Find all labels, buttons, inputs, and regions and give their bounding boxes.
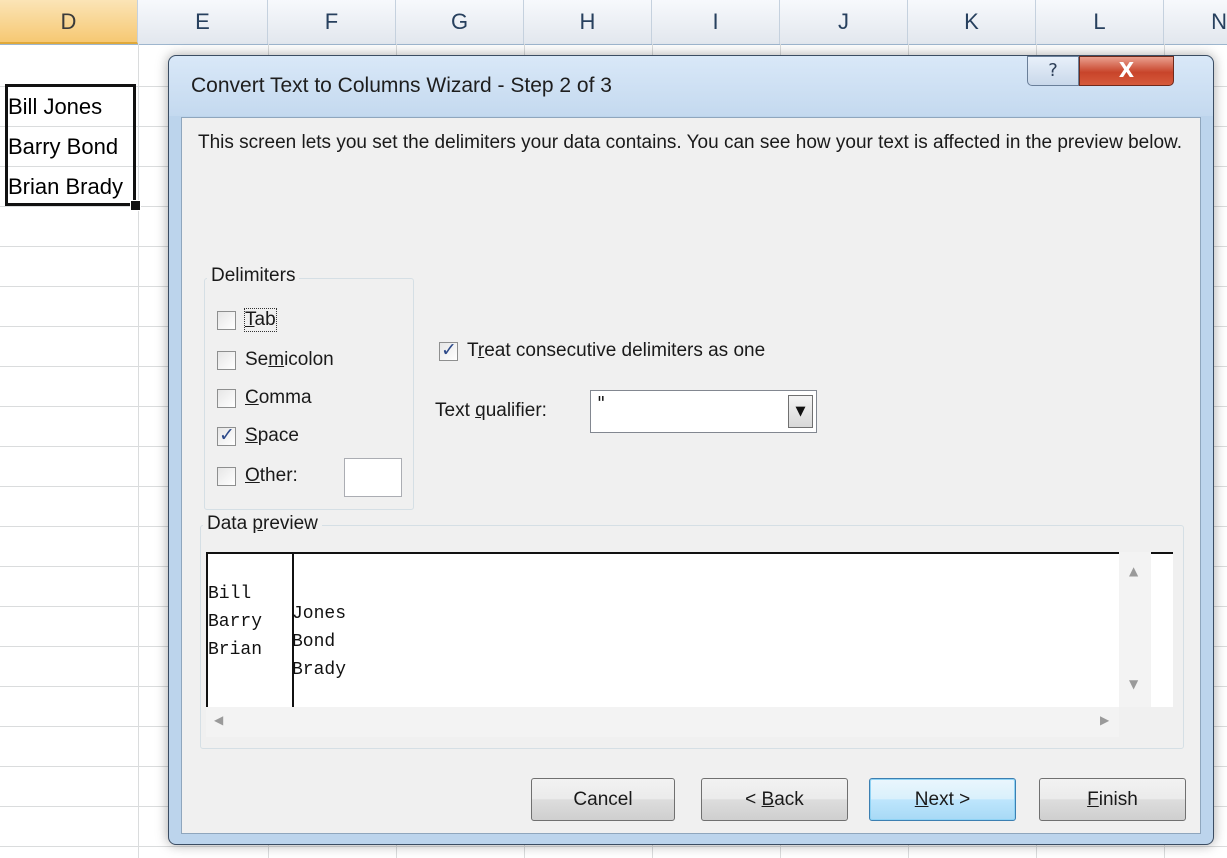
- text-qualifier-label: Text qualifier:: [435, 400, 547, 421]
- data-preview-label: Data preview: [203, 513, 322, 535]
- finish-button[interactable]: Finish: [1039, 778, 1186, 821]
- scroll-down-icon[interactable]: ▼: [1129, 677, 1138, 691]
- column-headers: D E F G H I J K L N: [0, 0, 1227, 45]
- tab-label-rest: ab: [254, 309, 276, 330]
- column-header-g[interactable]: G: [396, 0, 524, 44]
- grid-line: [0, 846, 1227, 847]
- semicolon-checkbox[interactable]: [217, 350, 236, 370]
- semicolon-checkbox-row[interactable]: Semicolon: [217, 349, 334, 371]
- column-header-l[interactable]: L: [1036, 0, 1164, 44]
- preview-row: Brian Brady: [208, 620, 346, 700]
- comma-checkbox[interactable]: [217, 388, 236, 408]
- preview-cell: Jones: [292, 604, 347, 624]
- close-icon: X: [1118, 58, 1135, 82]
- space-checkbox[interactable]: [217, 424, 236, 446]
- help-icon: ?: [1048, 60, 1058, 81]
- comma-checkbox-row[interactable]: Comma: [217, 387, 312, 409]
- tab-checkbox-row[interactable]: Tab: [217, 308, 277, 332]
- cancel-button[interactable]: Cancel: [531, 778, 675, 821]
- data-preview-box[interactable]: Bill Jones Barry Bond Brian Brady: [206, 552, 1173, 707]
- other-checkbox[interactable]: [217, 466, 236, 486]
- tab-label: Tab: [244, 308, 277, 332]
- back-button[interactable]: < Back: [701, 778, 848, 821]
- space-checkbox-row[interactable]: Space: [217, 424, 299, 447]
- tab-checkbox[interactable]: [217, 310, 236, 330]
- dialog-title: Convert Text to Columns Wizard - Step 2 …: [191, 74, 612, 97]
- help-button[interactable]: ?: [1027, 56, 1079, 86]
- dialog-body: This screen lets you set the delimiters …: [181, 117, 1201, 834]
- column-header-h[interactable]: H: [524, 0, 652, 44]
- column-header-j[interactable]: J: [780, 0, 908, 44]
- other-checkbox-row[interactable]: Other:: [217, 465, 298, 487]
- column-header-k[interactable]: K: [908, 0, 1036, 44]
- dialog-titlebar[interactable]: Convert Text to Columns Wizard - Step 2 …: [169, 56, 1213, 116]
- treat-consecutive-row[interactable]: Treat consecutive delimiters as one: [439, 339, 766, 362]
- scroll-up-icon[interactable]: ▲: [1129, 564, 1138, 578]
- other-label: Other:: [245, 465, 298, 486]
- column-header-n[interactable]: N: [1164, 0, 1227, 44]
- column-header-d[interactable]: D: [0, 0, 138, 44]
- treat-consecutive-checkbox[interactable]: [439, 339, 458, 361]
- chevron-down-icon[interactable]: ▼: [788, 395, 813, 428]
- scroll-right-icon[interactable]: ▶: [1100, 713, 1109, 727]
- preview-cell: Brian: [208, 640, 263, 660]
- preview-horizontal-scrollbar[interactable]: ◀ ▶: [206, 707, 1119, 737]
- delimiters-group-label: Delimiters: [207, 265, 300, 287]
- treat-consecutive-label: Treat consecutive delimiters as one: [467, 340, 766, 361]
- cell-selection-border: [5, 84, 136, 206]
- preview-cell: Bond: [292, 632, 336, 652]
- comma-label: Comma: [245, 387, 312, 408]
- column-header-i[interactable]: I: [652, 0, 780, 44]
- semicolon-label: Semicolon: [245, 349, 334, 370]
- dialog-description: This screen lets you set the delimiters …: [198, 132, 1182, 153]
- close-button[interactable]: X: [1079, 56, 1174, 86]
- preview-cell: Brady: [292, 660, 347, 680]
- space-label: Space: [245, 425, 299, 446]
- delimiters-group: Delimiters Tab Semicolon Comma Space Oth…: [204, 265, 414, 510]
- scroll-left-icon[interactable]: ◀: [214, 713, 223, 727]
- column-header-e[interactable]: E: [138, 0, 268, 44]
- text-qualifier-value: ": [597, 393, 606, 414]
- fill-handle[interactable]: [130, 200, 141, 211]
- other-delimiter-input[interactable]: [344, 458, 402, 497]
- preview-vertical-scrollbar[interactable]: ▲ ▼: [1119, 552, 1151, 707]
- text-to-columns-dialog: Convert Text to Columns Wizard - Step 2 …: [168, 55, 1214, 845]
- text-qualifier-select[interactable]: " ▼: [590, 390, 817, 433]
- column-header-f[interactable]: F: [268, 0, 396, 44]
- next-button[interactable]: Next >: [869, 778, 1016, 821]
